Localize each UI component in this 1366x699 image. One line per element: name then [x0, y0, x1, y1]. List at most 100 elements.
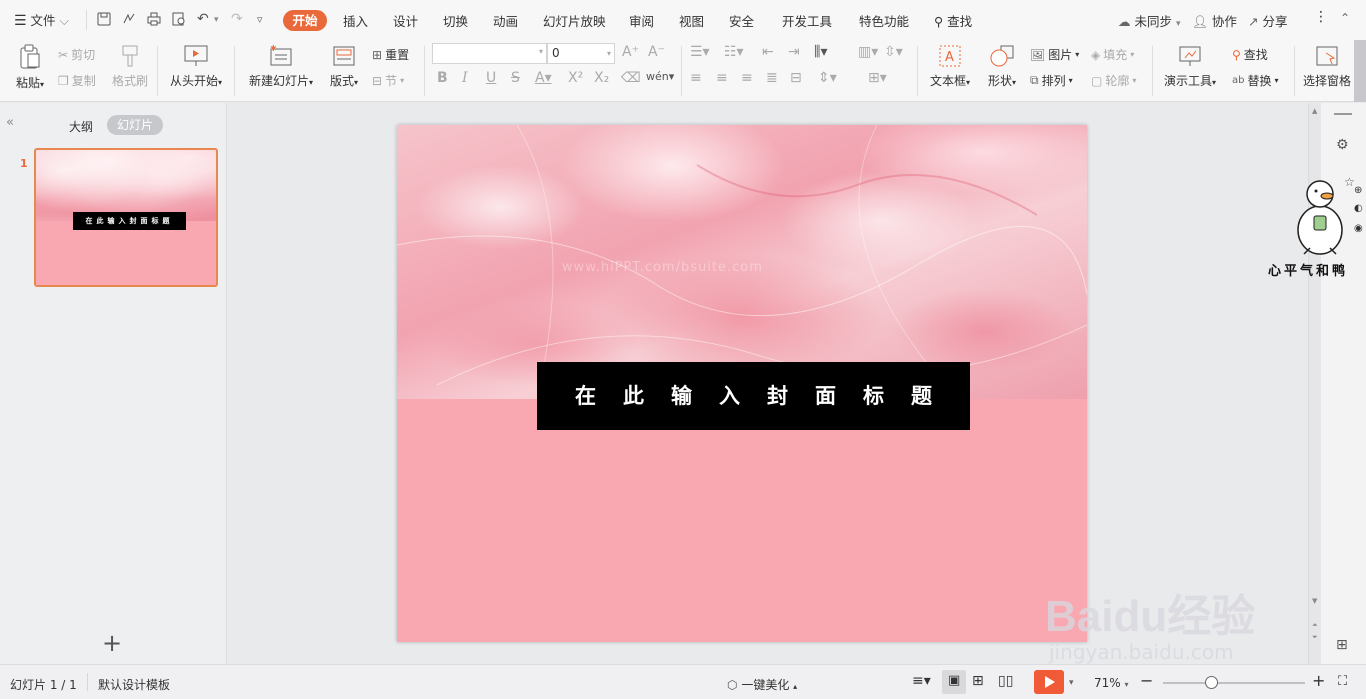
grid-apps-icon[interactable]: ⊞: [1336, 637, 1348, 653]
search-command[interactable]: ⚲ 查找: [934, 11, 972, 30]
next-slide-icon[interactable]: ⏷: [1312, 633, 1318, 642]
zoom-out-icon[interactable]: −: [1140, 671, 1153, 690]
properties-icon[interactable]: ⚙: [1336, 137, 1349, 153]
slide-thumbnail[interactable]: 在此输入封面标题: [34, 148, 218, 287]
line-spacing-icon[interactable]: ⇳▾: [884, 44, 903, 60]
find-button[interactable]: ⚲ 查找: [1232, 46, 1268, 63]
arrange-button[interactable]: ⧉ 排列 ▾: [1030, 72, 1073, 89]
tab-view[interactable]: 视图: [679, 11, 704, 30]
ribbon-scrollbar[interactable]: [1354, 40, 1366, 102]
reset-button[interactable]: ⊞ 重置: [372, 46, 409, 63]
font-name-select[interactable]: ▾: [432, 43, 547, 64]
format-painter-button[interactable]: 格式刷: [110, 44, 150, 89]
text-direction-icon[interactable]: ⫼▾: [814, 44, 827, 60]
undo-icon[interactable]: ↶: [197, 11, 213, 27]
copy-button[interactable]: ❐ 复制: [58, 72, 96, 89]
marble-background-image[interactable]: www.hiPPT.com/bsuite.com: [397, 125, 1087, 399]
align-center-icon[interactable]: ≡: [716, 70, 728, 86]
prev-slide-icon[interactable]: ⏶: [1312, 621, 1318, 630]
italic-icon[interactable]: I: [462, 70, 468, 86]
template-name[interactable]: 默认设计模板: [98, 676, 170, 693]
zoom-slider-thumb[interactable]: [1204, 676, 1218, 689]
shape-button[interactable]: 形状▾: [982, 44, 1022, 89]
paragraph-spacing-icon[interactable]: ⇕▾: [818, 70, 837, 86]
collapse-pane-icon[interactable]: «: [6, 115, 14, 130]
reading-view-icon[interactable]: ▯▯: [998, 673, 1013, 689]
font-color-icon[interactable]: A▾: [535, 70, 552, 86]
tab-slides[interactable]: 幻灯片: [107, 115, 163, 135]
distribute-icon[interactable]: ⊟: [790, 70, 802, 86]
fit-window-icon[interactable]: ⛶: [1338, 674, 1347, 689]
more-menu-icon[interactable]: ⋮: [1314, 9, 1328, 25]
picture-button[interactable]: 🖼︎ 图片 ▾: [1030, 46, 1079, 63]
strikethrough-icon[interactable]: S: [511, 70, 520, 86]
present-tools-button[interactable]: 演示工具▾: [1161, 44, 1219, 89]
numbered-list-icon[interactable]: ☷▾: [724, 44, 744, 60]
bullet-list-icon[interactable]: ☰▾: [690, 44, 710, 60]
play-slideshow-button[interactable]: [1034, 670, 1064, 694]
slide[interactable]: www.hiPPT.com/bsuite.com 在此输入封面标题: [397, 125, 1087, 642]
chevron-up-icon[interactable]: ⌃: [1340, 11, 1350, 25]
output-icon[interactable]: [121, 11, 137, 27]
new-slide-button[interactable]: ✱ 新建幻灯片▾: [245, 44, 317, 89]
slide-sorter-icon[interactable]: ⊞: [972, 673, 984, 689]
subscript-icon[interactable]: X₂: [594, 70, 609, 86]
cut-button[interactable]: ✂ 剪切: [58, 46, 95, 63]
add-slide-button[interactable]: +: [102, 631, 122, 655]
collab-button[interactable]: 👤︎ 协作: [1192, 11, 1237, 30]
tab-review[interactable]: 审阅: [629, 11, 654, 30]
font-shrink-icon[interactable]: A⁻: [648, 44, 665, 60]
underline-icon[interactable]: U: [486, 70, 496, 86]
layout-button[interactable]: 版式▾: [326, 44, 362, 89]
sync-status[interactable]: ☁ 未同步 ▾: [1118, 11, 1181, 30]
pinyin-icon[interactable]: wén▾: [646, 70, 674, 83]
normal-view-button[interactable]: ▣: [942, 670, 966, 694]
bold-icon[interactable]: B: [437, 70, 448, 86]
tab-security[interactable]: 安全: [729, 11, 754, 30]
customize-icon[interactable]: ▿: [257, 13, 273, 29]
select-pane-button[interactable]: 选择窗格: [1302, 44, 1352, 89]
outline-button[interactable]: ▢ 轮廓 ▾: [1091, 72, 1136, 89]
beautify-button[interactable]: ⬡ 一键美化 ▴: [727, 676, 797, 693]
cat-icon[interactable]: ◉: [1354, 223, 1363, 234]
tab-insert[interactable]: 插入: [343, 11, 368, 30]
scroll-up-icon[interactable]: ▲: [1312, 107, 1317, 115]
from-start-button[interactable]: 从头开始▾: [166, 44, 226, 89]
file-menu[interactable]: ☰ 文件 ⌵: [14, 10, 69, 29]
zoom-level[interactable]: 71% ▾: [1094, 676, 1129, 690]
tab-design[interactable]: 设计: [393, 11, 418, 30]
chevron-down-icon[interactable]: ▾: [1069, 678, 1074, 688]
vertical-align-icon[interactable]: ⊞▾: [868, 70, 887, 86]
tab-outline[interactable]: 大纲: [69, 118, 93, 135]
print-icon[interactable]: [146, 11, 162, 27]
align-left-icon[interactable]: ≡: [690, 70, 702, 86]
clear-format-icon[interactable]: ⌫: [621, 70, 641, 86]
tab-animation[interactable]: 动画: [493, 11, 518, 30]
redo-icon[interactable]: ↷: [231, 11, 247, 27]
zoom-slider[interactable]: [1163, 676, 1305, 689]
notes-icon[interactable]: ≡▾: [912, 673, 931, 689]
columns-icon[interactable]: ▥▾: [858, 44, 878, 60]
fill-button[interactable]: ◈ 填充 ▾: [1091, 46, 1134, 63]
print-preview-icon[interactable]: [171, 11, 187, 27]
tab-transition[interactable]: 切换: [443, 11, 468, 30]
tab-home[interactable]: 开始: [283, 10, 327, 31]
textbox-button[interactable]: A 文本框▾: [926, 44, 974, 89]
tab-features[interactable]: 特色功能: [859, 11, 909, 30]
tab-slideshow[interactable]: 幻灯片放映: [543, 11, 606, 30]
share-button[interactable]: ↗ 分享: [1248, 11, 1287, 30]
zoom-in-icon[interactable]: +: [1312, 671, 1325, 690]
chevron-down-icon[interactable]: ▾: [214, 15, 230, 31]
font-size-select[interactable]: 0 ▾: [547, 43, 615, 64]
contrast-icon[interactable]: ◐: [1354, 203, 1363, 214]
replace-button[interactable]: ab 替换 ▾: [1232, 72, 1279, 89]
increase-indent-icon[interactable]: ⇥: [788, 44, 800, 60]
justify-icon[interactable]: ≣: [766, 70, 778, 86]
superscript-icon[interactable]: X²: [568, 70, 583, 86]
section-button[interactable]: ⊟ 节 ▾: [372, 72, 404, 89]
scroll-down-icon[interactable]: ▼: [1312, 597, 1317, 605]
decrease-indent-icon[interactable]: ⇤: [762, 44, 774, 60]
font-grow-icon[interactable]: A⁺: [622, 44, 639, 60]
tab-developer[interactable]: 开发工具: [782, 11, 832, 30]
align-right-icon[interactable]: ≡: [741, 70, 753, 86]
